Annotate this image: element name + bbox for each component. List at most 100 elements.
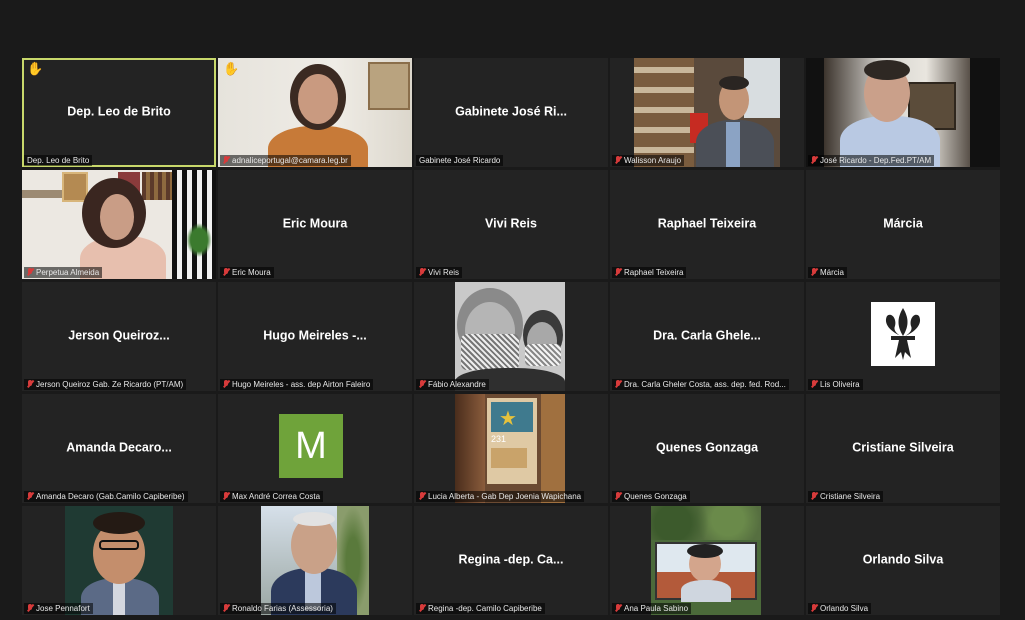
participant-tile[interactable]: José Ricardo - Dep.Fed.PT/AM [806, 58, 1000, 167]
participant-label: Fábio Alexandre [416, 379, 489, 390]
mic-muted-icon [615, 604, 621, 612]
participant-label: Dra. Carla Gheler Costa, ass. dep. fed. … [612, 379, 789, 390]
mic-muted-icon [223, 492, 229, 500]
fleur-de-lis-icon [885, 308, 921, 360]
participant-tile[interactable]: Eric Moura Eric Moura [218, 170, 412, 279]
participant-tile[interactable]: Quenes Gonzaga Quenes Gonzaga [610, 394, 804, 503]
participant-label: adnaliceportugal@camara.leg.br [220, 155, 351, 166]
mic-muted-icon [223, 380, 229, 388]
mic-muted-icon [615, 268, 621, 276]
mic-muted-icon [419, 268, 425, 276]
participant-label: Amanda Decaro (Gab.Camilo Capiberibe) [24, 491, 188, 502]
participant-tile[interactable]: M Max André Correa Costa [218, 394, 412, 503]
participant-video [261, 506, 369, 615]
participant-label: Perpetua Almeida [24, 267, 103, 278]
participant-video [806, 58, 1000, 167]
mic-muted-icon [27, 268, 33, 276]
participant-label: Raphael Teixeira [612, 267, 687, 278]
participant-tile[interactable]: Vivi Reis Vivi Reis [414, 170, 608, 279]
participant-video [65, 506, 173, 615]
participant-label: Jerson Queiroz Gab. Ze Ricardo (PT/AM) [24, 379, 187, 390]
participant-label: Hugo Meireles - ass. dep Airton Faleiro [220, 379, 374, 390]
mic-muted-icon [615, 156, 621, 164]
participant-tile[interactable]: Orlando Silva Orlando Silva [806, 506, 1000, 615]
participant-center-name: Regina -dep. Ca... [458, 552, 564, 567]
participant-tile[interactable]: Fábio Alexandre [414, 282, 608, 391]
participant-tile[interactable]: Ana Paula Sabino [610, 506, 804, 615]
participant-tile[interactable]: Raphael Teixeira Raphael Teixeira [610, 170, 804, 279]
participant-label: Gabinete José Ricardo [416, 155, 504, 166]
participant-label: Eric Moura [220, 267, 274, 278]
mic-muted-icon [615, 492, 621, 500]
participant-video [455, 282, 565, 391]
mic-muted-icon [615, 380, 621, 388]
fleur-de-lis-avatar [871, 302, 935, 366]
mic-muted-icon [223, 268, 229, 276]
raised-hand-icon: ✋ [223, 61, 240, 76]
participant-tile[interactable]: Gabinete José Ri... Gabinete José Ricard… [414, 58, 608, 167]
participant-tile[interactable]: Regina -dep. Ca... Regina -dep. Camilo C… [414, 506, 608, 615]
mic-muted-icon [811, 268, 817, 276]
participant-tile[interactable]: ★ 231 Lucia Alberta - Gab Dep Joenia Wap… [414, 394, 608, 503]
participant-video [651, 506, 761, 615]
participant-tile[interactable]: Márcia Márcia [806, 170, 1000, 279]
participant-label: José Ricardo - Dep.Fed.PT/AM [808, 155, 935, 166]
participant-label: Lis Oliveira [808, 379, 863, 390]
participant-label: Max André Correa Costa [220, 491, 324, 502]
video-grid: ✋ Dep. Leo de Brito Dep. Leo de Brito ✋ … [22, 58, 1000, 615]
participant-label: Jose Pennafort [24, 603, 93, 614]
star-icon: ★ [499, 408, 517, 430]
participant-tile[interactable]: ✋ adnaliceportugal@camara.leg.br [218, 58, 412, 167]
participant-tile[interactable]: Amanda Decaro... Amanda Decaro (Gab.Cami… [22, 394, 216, 503]
mic-muted-icon [811, 156, 817, 164]
participant-video: ★ 231 [455, 394, 565, 503]
participant-tile[interactable]: Hugo Meireles -... Hugo Meireles - ass. … [218, 282, 412, 391]
participant-label: Walisson Araujo [612, 155, 685, 166]
participant-tile[interactable]: Ronaldo Farias (Assessoria) [218, 506, 412, 615]
participant-center-name: Orlando Silva [862, 552, 944, 567]
mic-muted-icon [27, 604, 33, 612]
participant-center-name: Gabinete José Ri... [455, 104, 567, 119]
participant-tile[interactable]: Lis Oliveira [806, 282, 1000, 391]
participant-center-name: Cristiane Silveira [852, 440, 954, 455]
participant-label: Márcia [808, 267, 848, 278]
mic-muted-icon [419, 604, 425, 612]
participant-video [22, 170, 216, 279]
participant-tile[interactable]: Perpetua Almeida [22, 170, 216, 279]
participant-video [634, 58, 780, 167]
mic-muted-icon [419, 492, 425, 500]
poster-number: 231 [491, 434, 507, 444]
participant-center-name: Jerson Queiroz... [68, 328, 170, 343]
mic-muted-icon [811, 492, 817, 500]
raised-hand-icon: ✋ [27, 61, 44, 76]
participant-tile[interactable]: Dra. Carla Ghele... Dra. Carla Gheler Co… [610, 282, 804, 391]
participant-center-name: Raphael Teixeira [657, 216, 757, 231]
participant-center-name: Amanda Decaro... [66, 440, 172, 455]
participant-tile[interactable]: Jerson Queiroz... Jerson Queiroz Gab. Ze… [22, 282, 216, 391]
participant-label: Vivi Reis [416, 267, 462, 278]
mic-muted-icon [419, 380, 425, 388]
participant-label: Orlando Silva [808, 603, 872, 614]
participant-tile[interactable]: Walisson Araujo [610, 58, 804, 167]
participant-center-name: Márcia [883, 216, 923, 231]
participant-center-name: Quenes Gonzaga [655, 440, 759, 455]
participant-tile[interactable]: Jose Pennafort [22, 506, 216, 615]
initial-avatar: M [279, 414, 343, 478]
participant-label: Dep. Leo de Brito [24, 155, 93, 166]
mic-muted-icon [811, 604, 817, 612]
participant-center-name: Vivi Reis [485, 216, 537, 231]
mic-muted-icon [27, 492, 33, 500]
participant-label: Ana Paula Sabino [612, 603, 692, 614]
participant-label: Cristiane Silveira [808, 491, 884, 502]
participant-center-name: Eric Moura [282, 216, 348, 231]
participant-tile[interactable]: Cristiane Silveira Cristiane Silveira [806, 394, 1000, 503]
mic-muted-icon [223, 156, 229, 164]
participant-center-name: Dra. Carla Ghele... [653, 328, 761, 343]
participant-label: Quenes Gonzaga [612, 491, 690, 502]
mic-muted-icon [223, 604, 229, 612]
participant-tile[interactable]: ✋ Dep. Leo de Brito Dep. Leo de Brito [22, 58, 216, 167]
participant-video [218, 58, 412, 167]
participant-label: Ronaldo Farias (Assessoria) [220, 603, 336, 614]
mic-muted-icon [811, 380, 817, 388]
participant-label: Lucia Alberta - Gab Dep Joenia Wapichana [416, 491, 585, 502]
